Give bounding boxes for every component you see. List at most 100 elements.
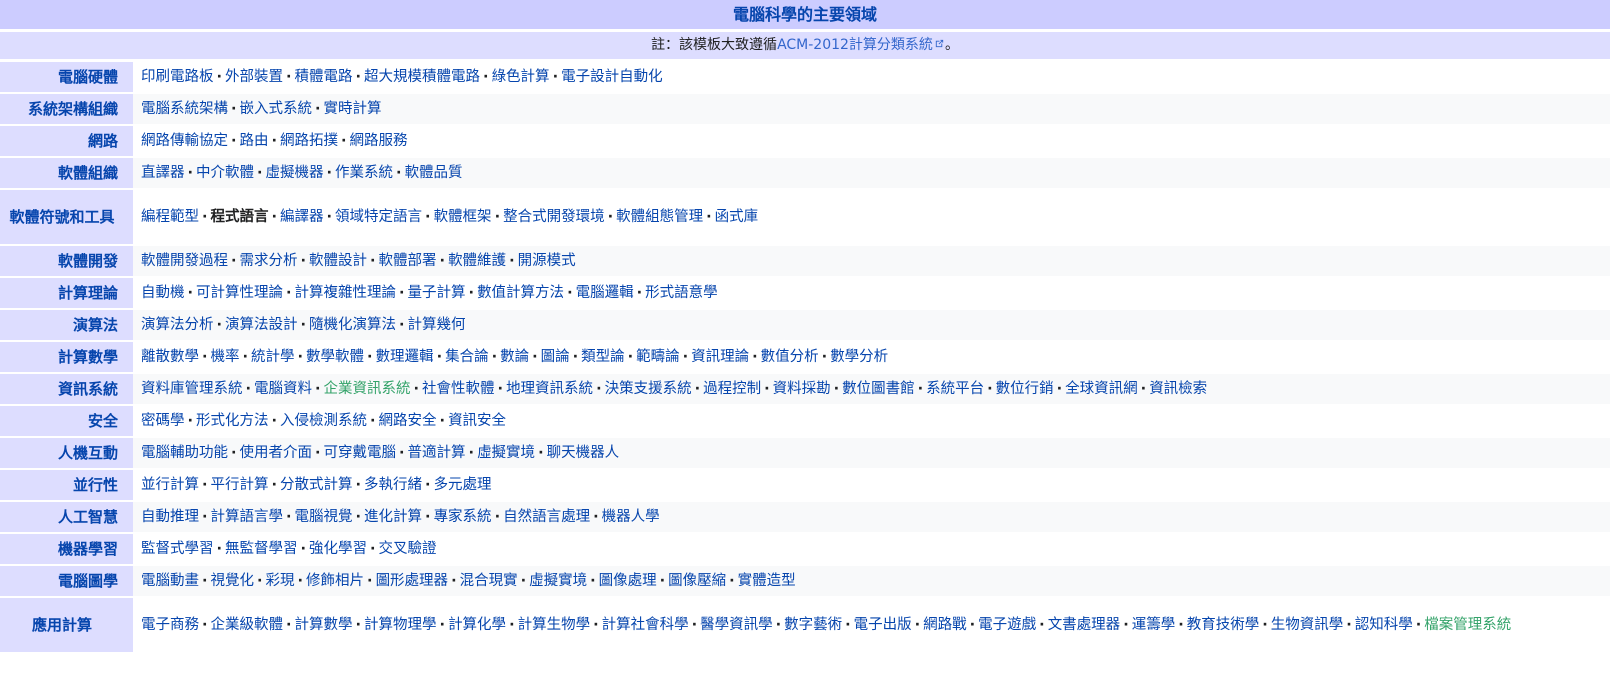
navbox-link[interactable]: 電子商務: [141, 617, 199, 633]
navbox-link[interactable]: 決策支援系統: [605, 381, 692, 397]
navbox-link[interactable]: 交叉驗證: [379, 541, 437, 557]
navbox-link[interactable]: 可計算性理論: [196, 285, 283, 301]
navbox-link[interactable]: 自然語言處理: [503, 509, 590, 525]
navbox-link[interactable]: 虛擬實境: [477, 445, 535, 461]
navbox-link[interactable]: 使用者介面: [240, 445, 313, 461]
navbox-link[interactable]: 資料採勘: [773, 381, 831, 397]
navbox-link[interactable]: 地理資訊系統: [506, 381, 593, 397]
navbox-link[interactable]: 聊天機器人: [547, 445, 620, 461]
navbox-link[interactable]: 集合論: [445, 349, 489, 365]
navbox-group-label[interactable]: 系統架構組織: [0, 94, 133, 124]
navbox-link[interactable]: 嵌入式系統: [240, 101, 313, 117]
navbox-link[interactable]: 數理邏輯: [376, 349, 434, 365]
navbox-link[interactable]: 社會性軟體: [422, 381, 495, 397]
navbox-link[interactable]: 系統平台: [926, 381, 984, 397]
navbox-group-label[interactable]: 機器學習: [0, 534, 133, 564]
navbox-link[interactable]: 電子遊戲: [978, 617, 1036, 633]
navbox-link[interactable]: 計算物理學: [364, 617, 437, 633]
navbox-link[interactable]: 電腦資料: [254, 381, 312, 397]
navbox-link[interactable]: 醫學資訊學: [700, 617, 773, 633]
navbox-group-label[interactable]: 演算法: [0, 310, 133, 340]
navbox-link[interactable]: 軟體品質: [405, 165, 463, 181]
navbox-group-label[interactable]: 人工智慧: [0, 502, 133, 532]
navbox-link[interactable]: 資訊檢索: [1149, 381, 1207, 397]
navbox-link[interactable]: 軟體部署: [379, 253, 437, 269]
navbox-link[interactable]: 全球資訊網: [1065, 381, 1138, 397]
navbox-link[interactable]: 資訊安全: [448, 413, 506, 429]
navbox-link[interactable]: 計算生物學: [518, 617, 591, 633]
navbox-link[interactable]: 統計學: [251, 349, 295, 365]
navbox-title[interactable]: 電腦科學的主要領域: [0, 0, 1610, 29]
navbox-group-label[interactable]: 安全: [0, 406, 133, 436]
navbox-link[interactable]: 自動推理: [141, 509, 199, 525]
navbox-link[interactable]: 編程範型: [141, 209, 199, 225]
navbox-link[interactable]: 平行計算: [211, 477, 269, 493]
navbox-link[interactable]: 生物資訊學: [1271, 617, 1344, 633]
acm-ccs-link[interactable]: ACM-2012計算分類系統: [777, 37, 933, 53]
navbox-link[interactable]: 計算複雜性理論: [295, 285, 397, 301]
navbox-link[interactable]: 綠色計算: [492, 69, 550, 85]
navbox-link[interactable]: 無監督學習: [225, 541, 298, 557]
navbox-link[interactable]: 資訊理論: [691, 349, 749, 365]
navbox-link[interactable]: 計算數學: [295, 617, 353, 633]
navbox-link[interactable]: 修飾相片: [306, 573, 364, 589]
navbox-group-label[interactable]: 網路: [0, 126, 133, 156]
navbox-link[interactable]: 分散式計算: [280, 477, 353, 493]
navbox-link[interactable]: 文書處理器: [1048, 617, 1121, 633]
navbox-link[interactable]: 函式庫: [715, 209, 759, 225]
navbox-link[interactable]: 編譯器: [280, 209, 324, 225]
navbox-link[interactable]: 作業系統: [335, 165, 393, 181]
navbox-link[interactable]: 軟體開發過程: [141, 253, 228, 269]
navbox-group-label[interactable]: 資訊系統: [0, 374, 133, 404]
navbox-link[interactable]: 數位行銷: [996, 381, 1054, 397]
navbox-link[interactable]: 類型論: [581, 349, 625, 365]
navbox-link[interactable]: 軟體組態管理: [616, 209, 703, 225]
navbox-group-label[interactable]: 計算數學: [0, 342, 133, 372]
navbox-link[interactable]: 隨機化演算法: [309, 317, 396, 333]
navbox-group-label[interactable]: 計算理論: [0, 278, 133, 308]
navbox-link[interactable]: 外部裝置: [225, 69, 283, 85]
navbox-link[interactable]: 電腦視覺: [295, 509, 353, 525]
navbox-link[interactable]: 電腦邏輯: [576, 285, 634, 301]
navbox-link[interactable]: 軟體維護: [448, 253, 506, 269]
navbox-link[interactable]: 強化學習: [309, 541, 367, 557]
navbox-link[interactable]: 檔案管理系統: [1424, 617, 1511, 633]
navbox-link[interactable]: 網路拓撲: [280, 133, 338, 149]
navbox-link[interactable]: 圖論: [541, 349, 570, 365]
navbox-link[interactable]: 形式化方法: [196, 413, 269, 429]
navbox-link[interactable]: 數值計算方法: [477, 285, 564, 301]
navbox-link[interactable]: 網路安全: [379, 413, 437, 429]
navbox-link[interactable]: 混合現實: [460, 573, 518, 589]
navbox-link[interactable]: 電腦動畫: [141, 573, 199, 589]
navbox-group-label[interactable]: 電腦硬體: [0, 62, 133, 92]
navbox-link[interactable]: 電子出版: [854, 617, 912, 633]
navbox-link[interactable]: 視覺化: [211, 573, 255, 589]
navbox-link[interactable]: 普適計算: [408, 445, 466, 461]
navbox-link[interactable]: 網路服務: [350, 133, 408, 149]
navbox-link[interactable]: 實時計算: [324, 101, 382, 117]
navbox-link[interactable]: 自動機: [141, 285, 185, 301]
navbox-link[interactable]: 電腦系統架構: [141, 101, 228, 117]
navbox-link[interactable]: 量子計算: [408, 285, 466, 301]
navbox-link[interactable]: 多元處理: [434, 477, 492, 493]
navbox-link[interactable]: 入侵檢測系統: [280, 413, 367, 429]
navbox-link[interactable]: 網路傳輸協定: [141, 133, 228, 149]
navbox-link[interactable]: 並行計算: [141, 477, 199, 493]
navbox-link[interactable]: 數學分析: [830, 349, 888, 365]
navbox-title-text[interactable]: 電腦科學的主要領域: [733, 5, 877, 24]
navbox-link[interactable]: 軟體框架: [434, 209, 492, 225]
navbox-link[interactable]: 虛擬機器: [266, 165, 324, 181]
navbox-link[interactable]: 開源模式: [518, 253, 576, 269]
navbox-link[interactable]: 軟體設計: [309, 253, 367, 269]
navbox-link[interactable]: 專家系統: [434, 509, 492, 525]
navbox-group-label[interactable]: 人機互動: [0, 438, 133, 468]
navbox-link[interactable]: 數學軟體: [306, 349, 364, 365]
navbox-link[interactable]: 整合式開發環境: [503, 209, 605, 225]
navbox-link[interactable]: 直譯器: [141, 165, 185, 181]
navbox-link[interactable]: 範疇論: [636, 349, 680, 365]
navbox-link[interactable]: 圖像處理: [599, 573, 657, 589]
navbox-group-label[interactable]: 電腦圖學: [0, 566, 133, 596]
navbox-link[interactable]: 計算幾何: [408, 317, 466, 333]
navbox-link[interactable]: 數論: [500, 349, 529, 365]
navbox-link[interactable]: 電腦輔助功能: [141, 445, 228, 461]
